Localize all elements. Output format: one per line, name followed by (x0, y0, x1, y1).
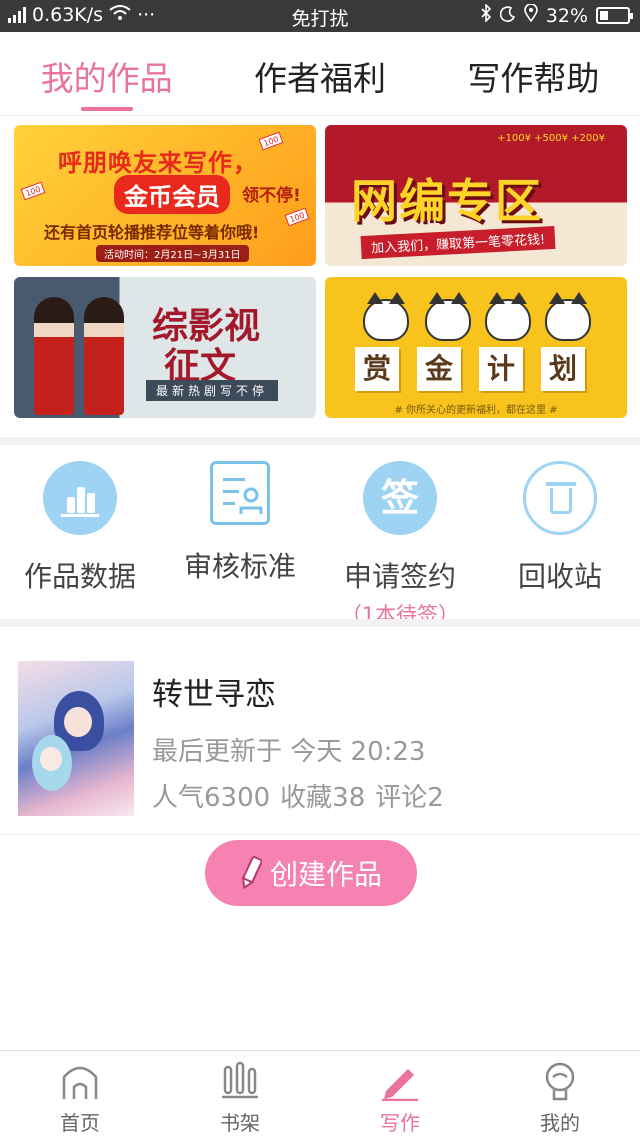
sign-icon: 签 (363, 461, 437, 535)
profile-icon (540, 1061, 580, 1101)
moon-icon (499, 5, 516, 27)
work-favorites: 收藏38 (280, 783, 366, 813)
banner-b3-sub: 最新热剧写不停 (146, 380, 279, 401)
nav-label: 首页 (60, 1111, 100, 1135)
action-label: 审核标准 (183, 550, 296, 583)
banner-b2-bonus: +100¥ +500¥ +200¥ (497, 133, 605, 144)
banner-b2-title: 网编专区 (351, 174, 543, 228)
bounty-char: 划 (541, 347, 585, 391)
home-icon (60, 1061, 100, 1101)
work-title: 转世寻恋 (152, 677, 276, 713)
nav-write[interactable]: 写作 (320, 1051, 480, 1138)
tab-author-benefits[interactable]: 作者福利 (213, 32, 426, 115)
coin-icon: 100 (258, 131, 284, 151)
action-apply-contract[interactable]: 签 申请签约 （1本待签） (320, 445, 480, 627)
banner-bounty-plan[interactable]: 赏 金 计 划 # 你所关心的更新福利，都在这里 # (325, 277, 627, 418)
bounty-char: 计 (479, 347, 523, 391)
pencil-icon (240, 855, 263, 891)
section-divider (0, 619, 640, 627)
work-popularity: 人气6300 (152, 783, 271, 813)
banner-b1-line1: 呼朋唤友来写作， (58, 149, 258, 177)
bounty-char: 金 (417, 347, 461, 391)
action-label: 作品数据 (23, 560, 136, 593)
banner-b4-sub: # 你所关心的更新福利，都在这里 # (394, 405, 558, 416)
battery-icon (596, 7, 633, 24)
cat-icon (545, 292, 591, 341)
character-figure (34, 297, 74, 415)
document-review-icon (210, 461, 270, 525)
tab-my-works[interactable]: 我的作品 (0, 32, 213, 115)
top-tabs: 我的作品 作者福利 写作帮助 (0, 32, 640, 116)
nav-profile[interactable]: 我的 (480, 1051, 640, 1138)
nav-label: 我的 (540, 1111, 580, 1135)
work-comments: 评论2 (375, 783, 444, 813)
nav-label: 写作 (380, 1111, 420, 1135)
banner-web-editor[interactable]: +100¥ +500¥ +200¥ 网编专区 加入我们，赚取第一笔零花钱! (325, 125, 627, 266)
cat-icon (485, 292, 531, 341)
action-label: 回收站 (517, 560, 602, 593)
status-right: 32% (480, 3, 633, 27)
bottom-nav: 首页 书架 写作 我的 (0, 1050, 640, 1138)
action-recycle-bin[interactable]: 回收站 (480, 445, 640, 619)
trash-icon (523, 461, 597, 535)
bar-chart-icon (43, 461, 117, 535)
nav-label: 书架 (220, 1111, 260, 1135)
banner-b1-line2: 金币会员 (114, 175, 230, 214)
bluetooth-icon (480, 3, 492, 27)
coin-icon: 100 (284, 207, 310, 227)
banner-invite-friends[interactable]: 100 100 100 呼朋唤友来写作， 金币会员 领不停! 还有首页轮播推荐位… (14, 125, 316, 266)
banner-b1-dates: 活动时间：2月21日~3月31日 (96, 245, 249, 262)
work-stats: 人气6300 收藏38 评论2 (152, 777, 444, 814)
work-item[interactable]: 转世寻恋 最后更新于 今天 20:23 人气6300 收藏38 评论2 (0, 627, 640, 835)
tab-writing-help[interactable]: 写作帮助 (427, 32, 640, 115)
battery-fill (600, 11, 608, 20)
character-figure (84, 297, 124, 415)
banner-film-essay[interactable]: 综影视 征文 最新热剧写不停 (14, 277, 316, 418)
battery-percent: 32% (545, 4, 588, 27)
section-divider (0, 437, 640, 445)
create-work-label: 创建作品 (269, 858, 382, 891)
status-bar: 0.63K/s ··· 免打扰 32% (0, 0, 640, 32)
action-review-standards[interactable]: 审核标准 (160, 445, 320, 619)
cat-icon (425, 292, 471, 341)
nav-bookshelf[interactable]: 书架 (160, 1051, 320, 1138)
bookshelf-icon (220, 1061, 260, 1101)
banner-b1-line2b: 领不停! (242, 186, 301, 206)
action-label: 申请签约 (343, 560, 456, 593)
work-updated-time: 最后更新于 今天 20:23 (152, 737, 426, 767)
bounty-chars: 赏 金 计 划 (355, 347, 585, 391)
book-cover (18, 661, 134, 816)
pen-icon (380, 1061, 420, 1102)
action-work-data[interactable]: 作品数据 (0, 445, 160, 619)
cat-icon (363, 292, 409, 341)
action-row: 作品数据 审核标准 签 申请签约 （1本待签） 回收站 (0, 445, 640, 627)
location-icon (523, 3, 538, 27)
banner-grid: 100 100 100 呼朋唤友来写作， 金币会员 领不停! 还有首页轮播推荐位… (14, 125, 628, 419)
nav-home[interactable]: 首页 (0, 1051, 160, 1138)
bounty-char: 赏 (355, 347, 399, 391)
create-work-button[interactable]: 创建作品 (205, 840, 417, 906)
banner-b1-line3: 还有首页轮播推荐位等着你哦! (44, 223, 260, 242)
coin-icon: 100 (20, 181, 46, 201)
